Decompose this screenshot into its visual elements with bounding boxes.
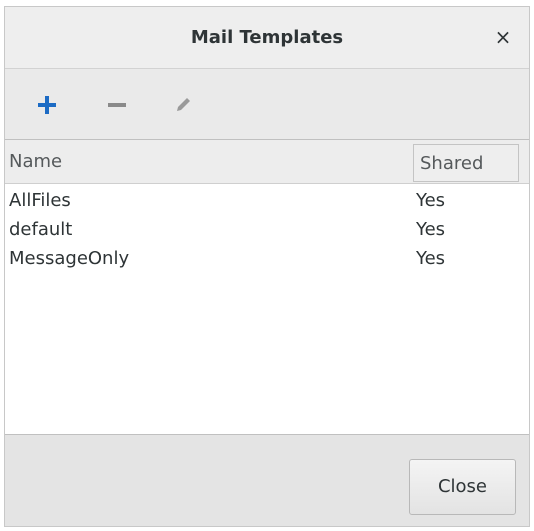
column-header-shared[interactable]: Shared <box>413 144 519 182</box>
table-row[interactable]: MessageOnly Yes <box>5 246 529 275</box>
cell-name: AllFiles <box>9 190 71 211</box>
edit-template-button[interactable] <box>163 85 203 125</box>
dialog-title: Mail Templates <box>190 27 344 48</box>
remove-template-button[interactable] <box>97 85 137 125</box>
plus-icon <box>38 96 56 114</box>
table-header: Name Shared <box>5 140 529 184</box>
close-button[interactable]: Close <box>409 459 516 515</box>
cell-shared: Yes <box>416 190 446 211</box>
column-header-name[interactable]: Name <box>5 140 411 183</box>
pencil-icon <box>177 98 190 111</box>
toolbar <box>5 69 529 139</box>
table-body: AllFiles Yes default Yes MessageOnly Yes <box>5 188 529 275</box>
table-row[interactable]: AllFiles Yes <box>5 188 529 217</box>
minus-icon <box>108 103 126 107</box>
cell-name: default <box>9 219 73 240</box>
table-row[interactable]: default Yes <box>5 217 529 246</box>
close-icon[interactable]: × <box>491 25 515 49</box>
mail-templates-dialog: Mail Templates × Name Shared AllFiles Ye… <box>4 6 530 527</box>
dialog-footer: Close <box>5 435 529 526</box>
add-template-button[interactable] <box>27 85 67 125</box>
cell-shared: Yes <box>416 219 446 240</box>
cell-shared: Yes <box>416 248 446 269</box>
title-bar: Mail Templates × <box>5 7 529 69</box>
templates-table: Name Shared AllFiles Yes default Yes Mes… <box>5 139 529 435</box>
cell-name: MessageOnly <box>9 248 130 269</box>
